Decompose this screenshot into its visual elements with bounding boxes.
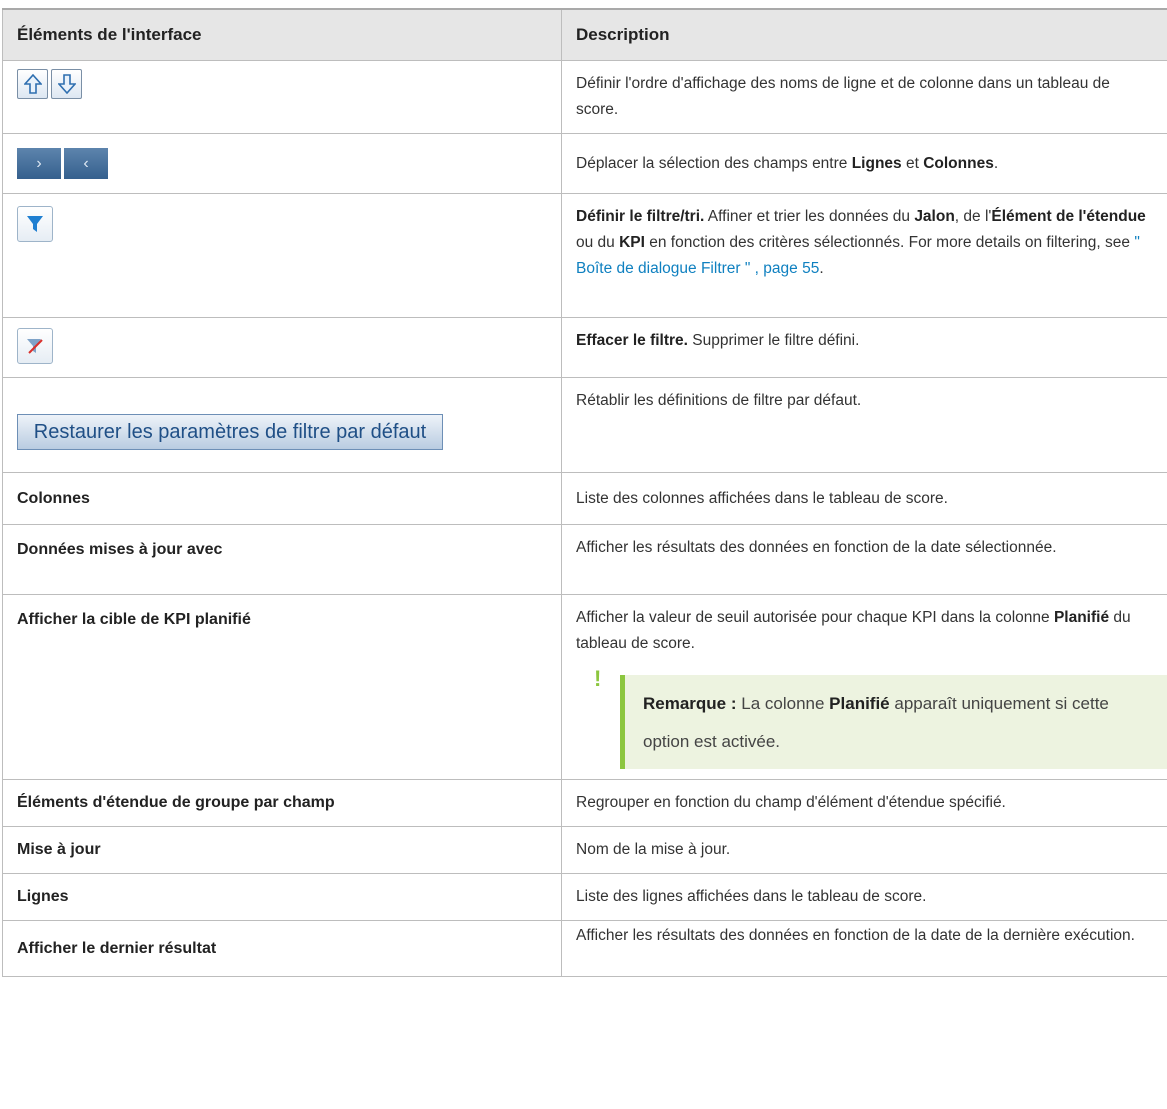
- donnees-description: Afficher les résultats des données en fo…: [576, 539, 1057, 556]
- ui-element-label: Afficher la cible de KPI planifié: [2, 594, 562, 780]
- move-up-button[interactable]: [17, 69, 48, 99]
- ui-element-label: Mise à jour: [2, 826, 562, 874]
- description-cell: Définir l'ordre d'affichage des noms de …: [561, 60, 1167, 134]
- table-row: Définir l'ordre d'affichage des noms de …: [2, 60, 1167, 134]
- table-row: Effacer le filtre. Supprimer le filtre d…: [2, 317, 1167, 378]
- ui-element-cell: [2, 317, 562, 378]
- table-row: Lignes Liste des lignes affichées dans l…: [2, 873, 1167, 921]
- groupe-description: Regrouper en fonction du champ d'élément…: [576, 794, 1006, 811]
- restore-description: Rétablir les définitions de filtre par d…: [576, 392, 862, 409]
- filter-icon: [27, 216, 43, 232]
- description-cell: Définir le filtre/tri. Affiner et trier …: [561, 193, 1167, 318]
- filter-button[interactable]: [17, 206, 53, 242]
- ui-elements-table: Éléments de l'interface Description Défi…: [2, 8, 1167, 977]
- description-cell: Afficher les résultats des données en fo…: [561, 524, 1167, 595]
- ui-element-cell: [2, 60, 562, 134]
- description-cell: Déplacer la sélection des champs entre L…: [561, 133, 1167, 194]
- filter-description: Définir le filtre/tri. Affiner et trier …: [576, 208, 1146, 277]
- ui-element-label: Afficher le dernier résultat: [2, 920, 562, 977]
- table-header-row: Éléments de l'interface Description: [2, 8, 1167, 61]
- up-arrow-icon: [23, 74, 42, 94]
- header-description: Description: [561, 8, 1167, 61]
- table-row: Données mises à jour avec Afficher les r…: [2, 524, 1167, 595]
- ui-element-label: Colonnes: [2, 472, 562, 525]
- description-cell: Liste des colonnes affichées dans le tab…: [561, 472, 1167, 525]
- maj-description: Nom de la mise à jour.: [576, 841, 731, 858]
- table-row: Afficher le dernier résultat Afficher le…: [2, 920, 1167, 977]
- ui-element-cell: Restaurer les paramètres de filtre par d…: [2, 377, 562, 473]
- move-description: Déplacer la sélection des champs entre L…: [576, 154, 999, 172]
- table-row: Restaurer les paramètres de filtre par d…: [2, 377, 1167, 473]
- note-callout: ! Remarque : La colonne Planifié apparaî…: [594, 668, 1167, 769]
- ui-element-label: Lignes: [2, 873, 562, 921]
- ui-element-label: Données mises à jour avec: [2, 524, 562, 595]
- description-cell: Regrouper en fonction du champ d'élément…: [561, 779, 1167, 827]
- lignes-description: Liste des lignes affichées dans le table…: [576, 888, 927, 905]
- move-right-icon: ›: [36, 154, 42, 172]
- note-exclamation-icon: !: [594, 666, 602, 691]
- description-cell: Liste des lignes affichées dans le table…: [561, 873, 1167, 921]
- move-buttons: › ‹: [17, 148, 108, 179]
- move-left-icon: ‹: [83, 154, 89, 172]
- move-left-button[interactable]: ‹: [64, 148, 108, 179]
- clear-filter-description: Effacer le filtre. Supprimer le filtre d…: [576, 332, 860, 349]
- clear-filter-button[interactable]: [17, 328, 53, 364]
- ui-element-cell: [2, 193, 562, 318]
- clear-filter-icon: [27, 339, 43, 354]
- description-cell: Afficher les résultats des données en fo…: [561, 920, 1167, 977]
- ui-element-label: Éléments d'étendue de groupe par champ: [2, 779, 562, 827]
- table-row: › ‹ Déplacer la sélection des champs ent…: [2, 133, 1167, 194]
- colonnes-description: Liste des colonnes affichées dans le tab…: [576, 489, 948, 507]
- sort-arrows: [17, 69, 82, 99]
- move-right-button[interactable]: ›: [17, 148, 61, 179]
- sort-description: Définir l'ordre d'affichage des noms de …: [576, 75, 1110, 118]
- restore-default-filter-button[interactable]: Restaurer les paramètres de filtre par d…: [17, 414, 443, 450]
- table-row: Colonnes Liste des colonnes affichées da…: [2, 472, 1167, 525]
- description-cell: Effacer le filtre. Supprimer le filtre d…: [561, 317, 1167, 378]
- down-arrow-icon: [57, 74, 76, 94]
- dernier-description: Afficher les résultats des données en fo…: [576, 927, 1135, 944]
- description-cell: Rétablir les définitions de filtre par d…: [561, 377, 1167, 473]
- table-row: Mise à jour Nom de la mise à jour.: [2, 826, 1167, 874]
- description-cell: Nom de la mise à jour.: [561, 826, 1167, 874]
- note-box: Remarque : La colonne Planifié apparaît …: [620, 675, 1167, 769]
- table-row: Afficher la cible de KPI planifié Affich…: [2, 594, 1167, 780]
- move-down-button[interactable]: [51, 69, 82, 99]
- table-row: Éléments d'étendue de groupe par champ R…: [2, 779, 1167, 827]
- description-cell: Afficher la valeur de seuil autorisée po…: [561, 594, 1167, 780]
- cible-description: Afficher la valeur de seuil autorisée po…: [576, 609, 1131, 652]
- header-ui-elements: Éléments de l'interface: [2, 8, 562, 61]
- ui-element-cell: › ‹: [2, 133, 562, 194]
- table-row: Définir le filtre/tri. Affiner et trier …: [2, 193, 1167, 318]
